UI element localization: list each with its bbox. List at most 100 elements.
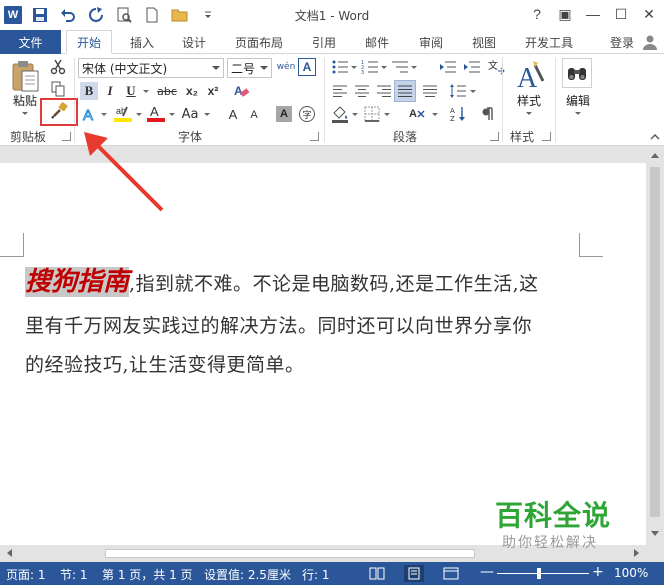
tab-review[interactable]: 审阅	[409, 30, 453, 54]
multilevel-dropdown-arrow[interactable]	[411, 66, 417, 69]
tab-view[interactable]: 视图	[462, 30, 506, 54]
align-right-icon[interactable]	[374, 82, 394, 100]
find-binoculars-icon[interactable]	[562, 58, 592, 88]
multilevel-list-icon[interactable]	[390, 58, 410, 76]
clipboard-dialog-launcher[interactable]	[62, 132, 71, 141]
chinese-layout-icon[interactable]: 文	[486, 58, 506, 76]
character-shading-icon[interactable]: A	[276, 106, 292, 122]
collapse-ribbon-icon[interactable]	[650, 132, 660, 142]
zoom-level[interactable]: 100%	[614, 566, 648, 580]
minimize-button[interactable]: —	[582, 3, 604, 25]
highlight-dropdown-arrow[interactable]	[136, 113, 142, 116]
line-spacing-icon[interactable]	[448, 82, 468, 100]
font-color-icon[interactable]: A	[145, 104, 167, 124]
close-button[interactable]: ✕	[638, 3, 660, 25]
font-name-combobox[interactable]: 宋体 (中文正文)	[78, 58, 224, 78]
zoom-slider-knob[interactable]	[537, 568, 541, 579]
editing-dropdown-arrow[interactable]	[575, 112, 581, 115]
status-setting[interactable]: 设置值: 2.5厘米	[204, 566, 291, 583]
clear-formatting-icon[interactable]: A	[232, 82, 252, 100]
zoom-slider-track[interactable]	[497, 573, 589, 574]
status-page[interactable]: 页面: 1	[6, 566, 46, 583]
tab-page-layout[interactable]: 页面布局	[226, 30, 292, 54]
paragraph-dialog-launcher[interactable]	[490, 132, 499, 141]
phonetic-guide-icon[interactable]: wén	[276, 57, 296, 77]
read-mode-icon[interactable]	[368, 566, 386, 581]
document-line-1[interactable]: 搜狗指南,指到就不难。不论是电脑数码,还是工作生活,这	[25, 261, 539, 298]
vertical-scrollbar[interactable]	[646, 147, 664, 545]
shrink-font-button[interactable]: A	[246, 106, 262, 124]
numbering-icon[interactable]: 123	[360, 58, 380, 76]
show-marks-icon[interactable]	[476, 104, 496, 124]
borders-dropdown-arrow[interactable]	[384, 113, 390, 116]
print-layout-icon[interactable]	[404, 565, 424, 582]
align-center-icon[interactable]	[352, 82, 372, 100]
line-spacing-dropdown-arrow[interactable]	[470, 90, 476, 93]
character-border-icon[interactable]: A	[298, 58, 316, 76]
bold-button[interactable]: B	[80, 82, 98, 100]
asian-layout-dropdown-arrow[interactable]	[432, 113, 438, 116]
styles-dropdown-arrow[interactable]	[526, 112, 532, 115]
bullets-icon[interactable]	[330, 58, 350, 76]
asian-layout-icon[interactable]: A	[406, 104, 430, 124]
align-left-icon[interactable]	[330, 82, 350, 100]
paste-icon[interactable]	[8, 58, 42, 94]
paste-button-label[interactable]: 粘贴	[8, 92, 42, 108]
scroll-right-arrow-icon[interactable]	[632, 548, 642, 558]
tab-design[interactable]: 设计	[172, 30, 216, 54]
increase-indent-icon[interactable]	[462, 58, 482, 76]
vertical-scroll-thumb[interactable]	[650, 167, 660, 517]
underline-button[interactable]: U	[122, 82, 140, 100]
document-page[interactable]: 搜狗指南,指到就不难。不论是电脑数码,还是工作生活,这 里有千万网友实践过的解决…	[0, 163, 646, 545]
sort-icon[interactable]: AZ	[448, 104, 468, 124]
paste-dropdown-arrow[interactable]	[22, 112, 28, 115]
user-icon[interactable]	[642, 34, 658, 50]
zoom-out-button[interactable]: —	[480, 564, 494, 580]
styles-button-label[interactable]: 样式	[508, 92, 550, 108]
enclose-characters-icon[interactable]: 字	[298, 105, 316, 123]
status-page-count[interactable]: 第 1 页，共 1 页	[102, 566, 193, 583]
strikethrough-button[interactable]: abc	[154, 82, 180, 100]
scroll-left-arrow-icon[interactable]	[4, 548, 14, 558]
grow-font-button[interactable]: A	[224, 104, 242, 124]
decrease-indent-icon[interactable]	[438, 58, 458, 76]
tab-references[interactable]: 引用	[302, 30, 346, 54]
underline-dropdown-arrow[interactable]	[143, 90, 149, 93]
styles-dialog-launcher[interactable]	[542, 132, 551, 141]
document-line-3[interactable]: 的经验技巧,让生活变得更简单。	[25, 350, 305, 377]
shading-icon[interactable]	[330, 104, 350, 124]
shading-dropdown-arrow[interactable]	[352, 113, 358, 116]
maximize-button[interactable]: ☐	[610, 3, 632, 25]
web-layout-icon[interactable]	[442, 566, 460, 581]
horizontal-scroll-thumb[interactable]	[105, 549, 475, 558]
tab-developer[interactable]: 开发工具	[516, 30, 582, 54]
justify-icon[interactable]	[394, 80, 416, 102]
numbering-dropdown-arrow[interactable]	[381, 66, 387, 69]
bullets-dropdown-arrow[interactable]	[351, 66, 357, 69]
italic-button[interactable]: I	[101, 82, 119, 100]
status-section[interactable]: 节: 1	[60, 566, 88, 583]
zoom-in-button[interactable]: +	[592, 564, 604, 580]
subscript-button[interactable]: x₂	[182, 82, 202, 100]
text-effects-dropdown-arrow[interactable]	[101, 113, 107, 116]
tab-mailings[interactable]: 邮件	[355, 30, 399, 54]
status-line[interactable]: 行: 1	[302, 566, 330, 583]
styles-gallery-icon[interactable]: A	[510, 58, 550, 92]
change-case-button[interactable]: Aa	[178, 104, 202, 124]
ribbon-display-options-button[interactable]: ▣	[554, 3, 576, 25]
font-color-dropdown-arrow[interactable]	[169, 113, 175, 116]
change-case-dropdown-arrow[interactable]	[204, 113, 210, 116]
scroll-up-arrow-icon[interactable]	[650, 150, 660, 160]
help-button[interactable]: ?	[526, 3, 548, 25]
copy-icon[interactable]	[48, 80, 68, 98]
document-line-2[interactable]: 里有千万网友实践过的解决方法。同时还可以向世界分享你	[25, 311, 532, 338]
cut-icon[interactable]	[48, 58, 68, 76]
superscript-button[interactable]: x²	[203, 82, 223, 100]
editing-button-label[interactable]: 编辑	[560, 92, 596, 108]
text-effects-icon[interactable]: A	[80, 104, 100, 124]
font-dialog-launcher[interactable]	[310, 132, 319, 141]
distributed-icon[interactable]	[420, 82, 440, 100]
text-highlight-icon[interactable]: ab	[112, 104, 134, 124]
borders-icon[interactable]	[362, 104, 382, 124]
selected-text[interactable]: 搜狗指南	[25, 267, 130, 297]
